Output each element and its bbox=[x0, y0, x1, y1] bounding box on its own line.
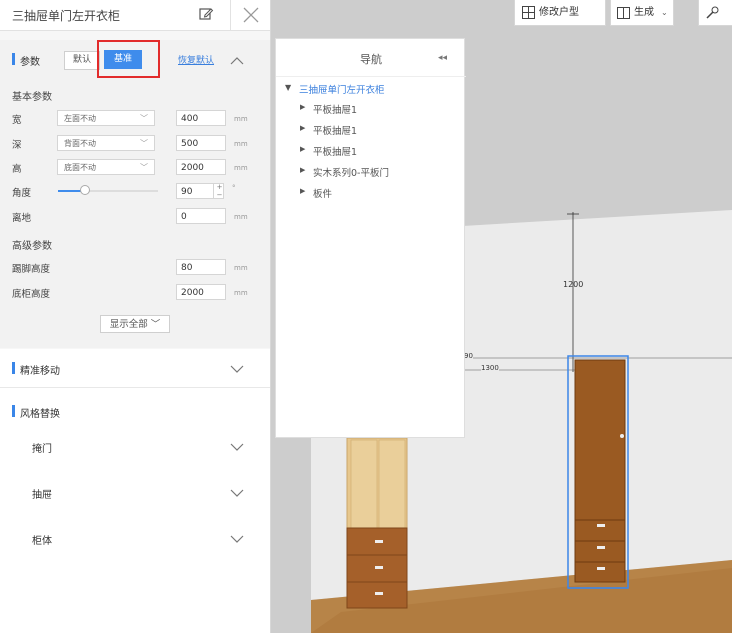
precise-move-section[interactable]: 精准移动 bbox=[0, 349, 270, 388]
chevron-down-icon: ﹀ bbox=[140, 163, 148, 172]
base-cabinet-height-input[interactable]: 2000 bbox=[176, 284, 226, 300]
advanced-params-heading: 高级参数 bbox=[12, 241, 52, 252]
highlight-box bbox=[97, 40, 160, 78]
floorplan-icon bbox=[522, 6, 535, 19]
collapse-left-icon[interactable]: ◂◂ bbox=[438, 53, 447, 63]
kick-height-unit: mm bbox=[234, 264, 248, 272]
generate-label: 生成 bbox=[634, 7, 654, 18]
section-marker bbox=[12, 53, 15, 65]
show-all-button[interactable]: 显示全部 ﹀ bbox=[100, 315, 170, 333]
width-input[interactable]: 400 bbox=[176, 110, 226, 126]
height-anchor-select[interactable]: 底面不动 ﹀ bbox=[57, 159, 155, 175]
layout-icon bbox=[617, 7, 630, 19]
default-button[interactable]: 默认 bbox=[64, 51, 100, 70]
ground-label: 离地 bbox=[12, 213, 32, 224]
tree-item[interactable]: 平板抽屉1 bbox=[313, 102, 357, 116]
kick-height-label: 踢脚高度 bbox=[12, 264, 51, 275]
edit-icon[interactable] bbox=[198, 6, 214, 22]
swing-door-label: 掩门 bbox=[32, 444, 52, 455]
style-replace-label: 风格替换 bbox=[20, 409, 60, 420]
drawer-row[interactable]: 抽屉 bbox=[0, 474, 270, 510]
width-unit: mm bbox=[234, 115, 248, 123]
section-marker bbox=[12, 405, 15, 417]
tree-expand-icon[interactable]: ▶ bbox=[300, 145, 305, 153]
chevron-down-icon: ﹀ bbox=[150, 319, 161, 330]
angle-slider-handle[interactable] bbox=[80, 185, 90, 195]
generate-button[interactable]: 生成 ⌄ bbox=[610, 0, 674, 26]
chevron-down-icon: ﹀ bbox=[140, 114, 148, 123]
style-replace-section: 风格替换 掩门 抽屉 柜体 bbox=[0, 388, 270, 633]
tools-button[interactable] bbox=[698, 0, 732, 26]
angle-label: 角度 bbox=[12, 188, 32, 199]
wrench-icon bbox=[706, 6, 719, 19]
tree-item[interactable]: 板件 bbox=[313, 186, 332, 200]
show-all-label: 显示全部 bbox=[109, 319, 148, 330]
width-anchor-select[interactable]: 左面不动 ﹀ bbox=[57, 110, 155, 126]
height-anchor-value: 底面不动 bbox=[64, 163, 96, 172]
params-label: 参数 bbox=[20, 57, 40, 68]
cabinet-label: 柜体 bbox=[32, 536, 52, 547]
height-label: 高 bbox=[12, 164, 22, 175]
depth-anchor-select[interactable]: 背面不动 ﹀ bbox=[57, 135, 155, 151]
cabinet-row[interactable]: 柜体 bbox=[0, 520, 270, 556]
stepper-up-icon[interactable]: + bbox=[214, 183, 225, 191]
panel-title-bar: 三抽屉单门左开衣柜 bbox=[0, 0, 270, 31]
base-cabinet-height-label: 底柜高度 bbox=[12, 289, 51, 300]
modify-layout-button[interactable]: 修改户型 bbox=[514, 0, 606, 26]
tree-expand-icon[interactable]: ▶ bbox=[300, 166, 305, 174]
wardrobe-door bbox=[574, 359, 626, 521]
drawer-label: 抽屉 bbox=[32, 490, 52, 501]
chevron-down-icon bbox=[230, 535, 244, 543]
base-cabinet-height-unit: mm bbox=[234, 289, 248, 297]
chevron-down-icon bbox=[230, 489, 244, 497]
navigation-panel: 导航 ◂◂ ▼ 三抽屉单门左开衣柜 ▶ 平板抽屉1 ▶ 平板抽屉1 ▶ 平板抽屉… bbox=[275, 38, 466, 438]
divider bbox=[276, 76, 466, 77]
section-marker bbox=[12, 362, 15, 374]
depth-label: 深 bbox=[12, 140, 22, 151]
depth-unit: mm bbox=[234, 140, 248, 148]
tree-root-item[interactable]: 三抽屉单门左开衣柜 bbox=[299, 82, 385, 96]
swing-door-row[interactable]: 掩门 bbox=[0, 428, 270, 464]
tree-expand-icon[interactable]: ▼ bbox=[285, 83, 291, 92]
properties-panel: 三抽屉单门左开衣柜 参数 默认 基准 恢复默认 基本参数 宽 左面不动 ﹀ 400… bbox=[0, 0, 271, 633]
tree-expand-icon[interactable]: ▶ bbox=[300, 124, 305, 132]
angle-stepper[interactable]: + − bbox=[213, 183, 225, 199]
chevron-up-icon[interactable] bbox=[230, 56, 244, 66]
tree-item[interactable]: 平板抽屉1 bbox=[313, 144, 357, 158]
tree-item[interactable]: 实木系列0-平板门 bbox=[313, 165, 389, 179]
kick-height-input[interactable]: 80 bbox=[176, 259, 226, 275]
height-input[interactable]: 2000 bbox=[176, 159, 226, 175]
dimension-label-partial: 90 bbox=[464, 352, 473, 360]
tree-item[interactable]: 平板抽屉1 bbox=[313, 123, 357, 137]
dimension-label-1200: 1200 bbox=[563, 280, 584, 289]
angle-unit: ° bbox=[232, 184, 236, 192]
basic-params-heading: 基本参数 bbox=[12, 92, 52, 103]
ground-unit: mm bbox=[234, 213, 248, 221]
params-section: 参数 默认 基准 恢复默认 基本参数 宽 左面不动 ﹀ 400 mm 深 背面不动… bbox=[0, 40, 270, 348]
height-unit: mm bbox=[234, 164, 248, 172]
width-anchor-value: 左面不动 bbox=[64, 114, 96, 123]
close-button[interactable] bbox=[230, 0, 271, 30]
chevron-down-icon: ⌄ bbox=[661, 8, 668, 17]
panel-title: 三抽屉单门左开衣柜 bbox=[12, 9, 121, 23]
ground-input[interactable]: 0 bbox=[176, 208, 226, 224]
tree-expand-icon[interactable]: ▶ bbox=[300, 187, 305, 195]
wardrobe-drawers bbox=[574, 519, 626, 583]
chevron-down-icon bbox=[230, 443, 244, 451]
restore-default-link[interactable]: 恢复默认 bbox=[178, 53, 214, 66]
chevron-down-icon: ﹀ bbox=[140, 139, 148, 148]
depth-anchor-value: 背面不动 bbox=[64, 139, 96, 148]
close-icon bbox=[243, 7, 259, 23]
stepper-down-icon[interactable]: − bbox=[214, 191, 225, 199]
dimension-label-1300: 1300 bbox=[481, 364, 499, 372]
depth-input[interactable]: 500 bbox=[176, 135, 226, 151]
modify-layout-label: 修改户型 bbox=[539, 7, 579, 18]
chevron-down-icon[interactable] bbox=[230, 364, 244, 374]
width-label: 宽 bbox=[12, 115, 22, 126]
angle-slider-track[interactable] bbox=[58, 185, 158, 195]
precise-move-label: 精准移动 bbox=[20, 366, 60, 377]
tree-expand-icon[interactable]: ▶ bbox=[300, 103, 305, 111]
